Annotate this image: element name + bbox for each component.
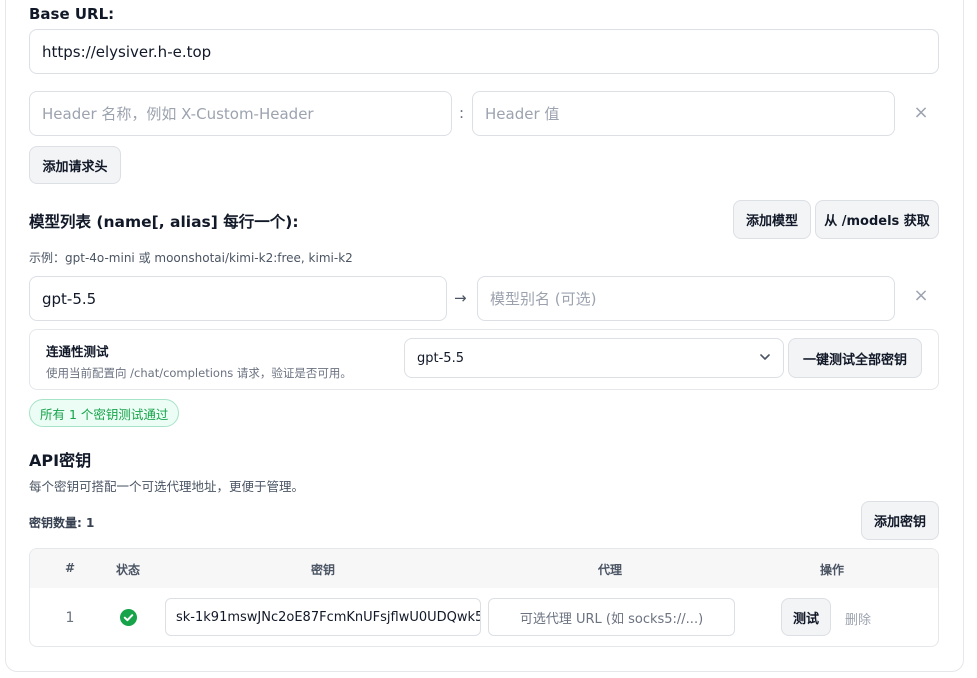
models-title: 模型列表 (name[, alias] 每行一个): bbox=[29, 213, 299, 231]
test-all-keys-button[interactable]: 一键测试全部密钥 bbox=[788, 338, 922, 378]
column-header-key: 密钥 bbox=[310, 563, 335, 577]
test-model-selected: gpt-5.5 bbox=[417, 350, 464, 366]
add-header-button[interactable]: 添加请求头 bbox=[29, 146, 121, 184]
test-model-select[interactable]: gpt-5.5 bbox=[404, 338, 784, 378]
add-key-button[interactable]: 添加密钥 bbox=[861, 501, 939, 540]
column-header-actions: 操作 bbox=[819, 563, 844, 577]
test-key-button[interactable]: 测试 bbox=[781, 598, 831, 636]
api-key-input[interactable]: sk-1k91mswJNc2oE87FcmKnUFsjflwU0UDQwk5 bbox=[165, 598, 481, 636]
api-keys-table: # 状态 密钥 代理 操作 1 sk-1k91mswJNc2oE87FcmKnU… bbox=[29, 548, 939, 647]
column-header-status: 状态 bbox=[115, 563, 140, 577]
column-header-index: # bbox=[64, 561, 76, 575]
api-keys-title: API密钥 bbox=[29, 451, 92, 470]
connectivity-title: 连通性测试 bbox=[46, 344, 109, 359]
add-model-button[interactable]: 添加模型 bbox=[733, 200, 811, 239]
status-ok-icon bbox=[120, 609, 137, 630]
delete-key-button[interactable]: 删除 bbox=[845, 609, 871, 628]
base-url-label: Base URL: bbox=[29, 5, 115, 23]
connectivity-description: 使用当前配置向 /chat/completions 请求，验证是否可用。 bbox=[46, 366, 352, 380]
model-alias-input[interactable]: 模型别名 (可选) bbox=[477, 276, 895, 321]
base-url-input[interactable]: https://elysiver.h-e.top bbox=[29, 29, 939, 74]
header-value-input[interactable]: Header 值 bbox=[472, 91, 895, 136]
remove-header-icon[interactable]: × bbox=[911, 102, 931, 123]
chevron-down-icon bbox=[759, 351, 771, 367]
header-name-input[interactable]: Header 名称，例如 X-Custom-Header bbox=[29, 91, 452, 136]
header-separator: : bbox=[459, 104, 465, 122]
column-header-proxy: 代理 bbox=[597, 563, 622, 577]
fetch-models-button[interactable]: 从 /models 获取 bbox=[815, 200, 939, 239]
remove-model-icon[interactable]: × bbox=[911, 285, 931, 306]
table-row: 1 sk-1k91mswJNc2oE87FcmKnUFsjflwU0UDQwk5… bbox=[30, 588, 938, 646]
model-alias-arrow: → bbox=[454, 289, 467, 307]
model-name-input[interactable]: gpt-5.5 bbox=[29, 276, 447, 321]
table-header: # 状态 密钥 代理 操作 bbox=[30, 549, 938, 588]
api-keys-description: 每个密钥可搭配一个可选代理地址，更便于管理。 bbox=[29, 479, 305, 494]
row-index: 1 bbox=[65, 610, 75, 626]
key-count-label: 密钥数量: 1 bbox=[29, 516, 95, 530]
proxy-url-input[interactable]: 可选代理 URL (如 socks5://...) bbox=[488, 598, 735, 636]
models-example-hint: 示例：gpt-4o-mini 或 moonshotai/kimi-k2:free… bbox=[29, 251, 353, 265]
test-result-badge: 所有 1 个密钥测试通过 bbox=[29, 399, 180, 427]
